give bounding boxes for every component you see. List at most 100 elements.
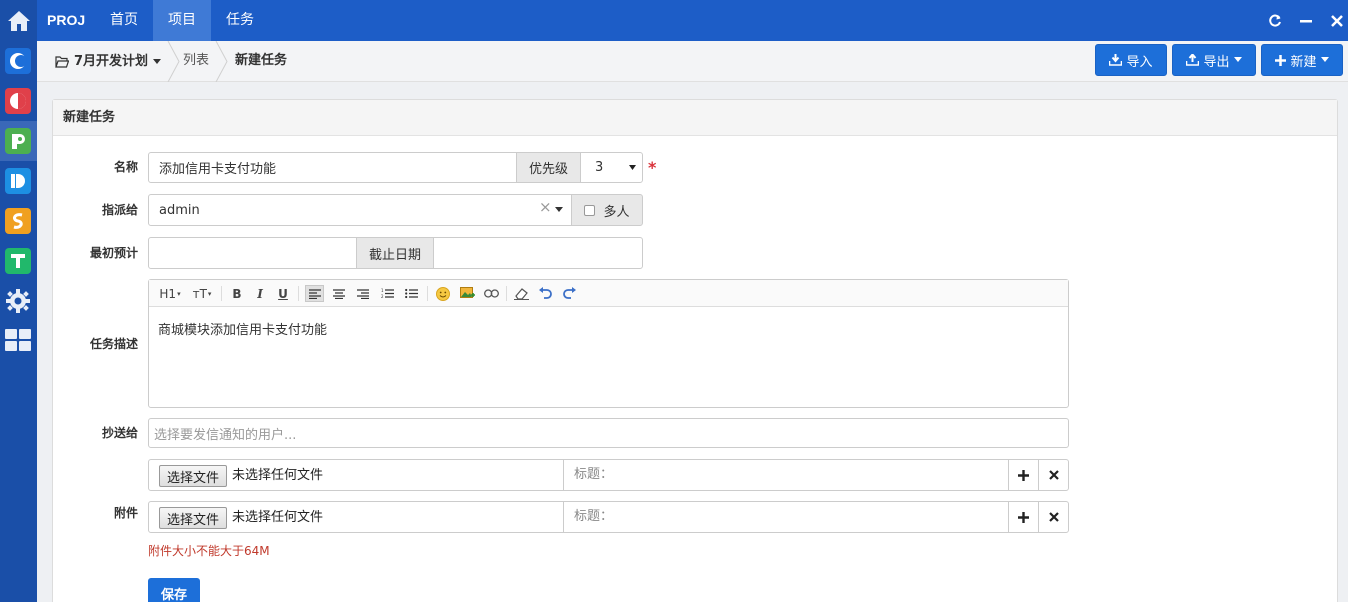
align-right-icon[interactable] <box>355 285 371 302</box>
undo-icon[interactable] <box>537 285 553 302</box>
brand-logo[interactable]: PROJ <box>47 0 85 41</box>
clear-icon[interactable]: × <box>539 198 552 216</box>
cc-label: 抄送给 <box>101 426 138 440</box>
multi-user-checkbox[interactable] <box>584 204 596 216</box>
close-icon[interactable] <box>1322 0 1348 41</box>
underline-button[interactable]: U <box>275 285 291 302</box>
estimate-label: 最初预计 <box>89 246 138 260</box>
app-icon-o[interactable] <box>5 88 31 114</box>
breadcrumb-list[interactable]: 列表 <box>183 41 209 82</box>
plus-icon <box>1018 511 1029 523</box>
breadcrumb-project[interactable]: 7月开发计划 <box>55 41 162 82</box>
deadline-input[interactable] <box>433 237 643 269</box>
font-size-button-label: тT <box>192 286 207 301</box>
priority-select[interactable]: 3 <box>580 152 643 183</box>
deadline-label: 截止日期 <box>356 237 434 269</box>
ordered-list-icon[interactable]: 12 <box>379 285 395 302</box>
choose-file-button[interactable]: 选择文件 <box>159 465 227 487</box>
nav-item-task[interactable]: 任务 <box>211 0 269 41</box>
remove-attachment-button[interactable] <box>1038 502 1068 532</box>
required-asterisk: * <box>648 158 657 177</box>
caret-down-icon <box>153 58 162 64</box>
nav-item-home[interactable]: 首页 <box>95 0 153 41</box>
heading-button-label: H1 <box>159 286 177 301</box>
caret-down-icon <box>555 207 563 212</box>
link-icon[interactable] <box>483 285 499 302</box>
insert-image-icon[interactable] <box>459 285 475 302</box>
no-file-text: 未选择任何文件 <box>232 510 324 525</box>
file-title-input[interactable]: 标题： <box>563 460 1008 490</box>
description-label: 任务描述 <box>89 337 138 351</box>
cc-input[interactable]: 选择要发信通知的用户... <box>148 418 1069 448</box>
add-attachment-button[interactable] <box>1008 502 1038 532</box>
upload-icon <box>1186 54 1200 66</box>
import-label: 导入 <box>1126 54 1153 70</box>
import-button[interactable]: 导入 <box>1095 44 1167 76</box>
export-button[interactable]: 导出 <box>1172 44 1256 76</box>
breadcrumb-bar: 7月开发计划 列表 新建任务 导入 导出 新建 <box>37 41 1348 82</box>
file-title-input[interactable]: 标题： <box>563 502 1008 532</box>
assign-label: 指派给 <box>101 203 138 217</box>
assign-value: admin <box>159 202 200 218</box>
download-icon <box>1109 54 1123 66</box>
minimize-icon[interactable] <box>1291 0 1321 41</box>
eraser-icon[interactable] <box>513 285 529 302</box>
editor-toolbar: H1 ▾ тT ▾ B I U 12 <box>149 280 1068 307</box>
remove-attachment-button[interactable] <box>1038 460 1068 490</box>
bold-button[interactable]: B <box>229 285 245 302</box>
toolbar-divider <box>427 286 428 301</box>
assign-select[interactable]: admin × <box>148 194 572 226</box>
choose-file-button[interactable]: 选择文件 <box>159 507 227 529</box>
home-icon[interactable] <box>0 0 37 41</box>
new-button[interactable]: 新建 <box>1261 44 1343 76</box>
gear-icon[interactable] <box>5 288 31 314</box>
attachment-row: 选择文件 未选择任何文件 标题： <box>148 501 1069 533</box>
plus-icon <box>1018 469 1029 481</box>
new-label: 新建 <box>1290 54 1317 70</box>
attachment-size-hint: 附件大小不能大于64M <box>148 544 270 558</box>
app-sidebar <box>0 0 37 602</box>
name-label: 名称 <box>113 160 138 174</box>
app-icon-c[interactable] <box>5 48 31 74</box>
multi-user-label: 多人 <box>603 204 630 220</box>
breadcrumb-separator <box>167 41 180 82</box>
svg-text:1: 1 <box>381 288 384 293</box>
attachment-row: 选择文件 未选择任何文件 标题： <box>148 459 1069 491</box>
breadcrumb-project-label: 7月开发计划 <box>74 53 149 69</box>
align-center-icon[interactable] <box>331 285 347 302</box>
app-icon-d[interactable] <box>5 168 31 194</box>
redo-icon[interactable] <box>561 285 577 302</box>
emoji-icon[interactable] <box>435 285 451 302</box>
attachment-label: 附件 <box>113 506 138 520</box>
heading-button[interactable]: H1 ▾ <box>157 285 183 302</box>
refresh-icon[interactable] <box>1260 0 1290 41</box>
app-icon-p[interactable] <box>5 128 31 154</box>
save-button[interactable]: 保存 <box>148 578 200 602</box>
priority-value: 3 <box>595 160 604 175</box>
folder-open-icon <box>55 55 69 68</box>
app-icon-s[interactable] <box>5 208 31 234</box>
panel-title: 新建任务 <box>53 100 1337 136</box>
plus-icon <box>1275 54 1287 66</box>
app-icon-t[interactable] <box>5 248 31 274</box>
caret-down-icon <box>1320 57 1329 62</box>
align-left-icon[interactable] <box>305 285 324 302</box>
unordered-list-icon[interactable] <box>403 285 419 302</box>
toolbar-divider <box>221 286 222 301</box>
no-file-text: 未选择任何文件 <box>232 468 324 483</box>
multi-user-toggle[interactable]: 多人 <box>571 194 643 226</box>
toolbar-divider <box>298 286 299 301</box>
grid-icon[interactable] <box>4 328 32 352</box>
close-icon <box>1048 470 1059 480</box>
caret-down-icon <box>629 164 636 170</box>
description-editor[interactable]: H1 ▾ тT ▾ B I U 12 商城模块添加信用卡支付功能 <box>148 279 1069 408</box>
add-attachment-button[interactable] <box>1008 460 1038 490</box>
nav-item-project[interactable]: 项目 <box>153 0 211 41</box>
close-icon <box>1048 512 1059 522</box>
font-size-button[interactable]: тT ▾ <box>189 285 215 302</box>
name-input[interactable]: 添加信用卡支付功能 <box>148 152 517 183</box>
svg-text:2: 2 <box>381 294 384 299</box>
estimate-input[interactable] <box>148 237 357 269</box>
italic-button[interactable]: I <box>252 285 268 302</box>
export-label: 导出 <box>1203 54 1230 70</box>
